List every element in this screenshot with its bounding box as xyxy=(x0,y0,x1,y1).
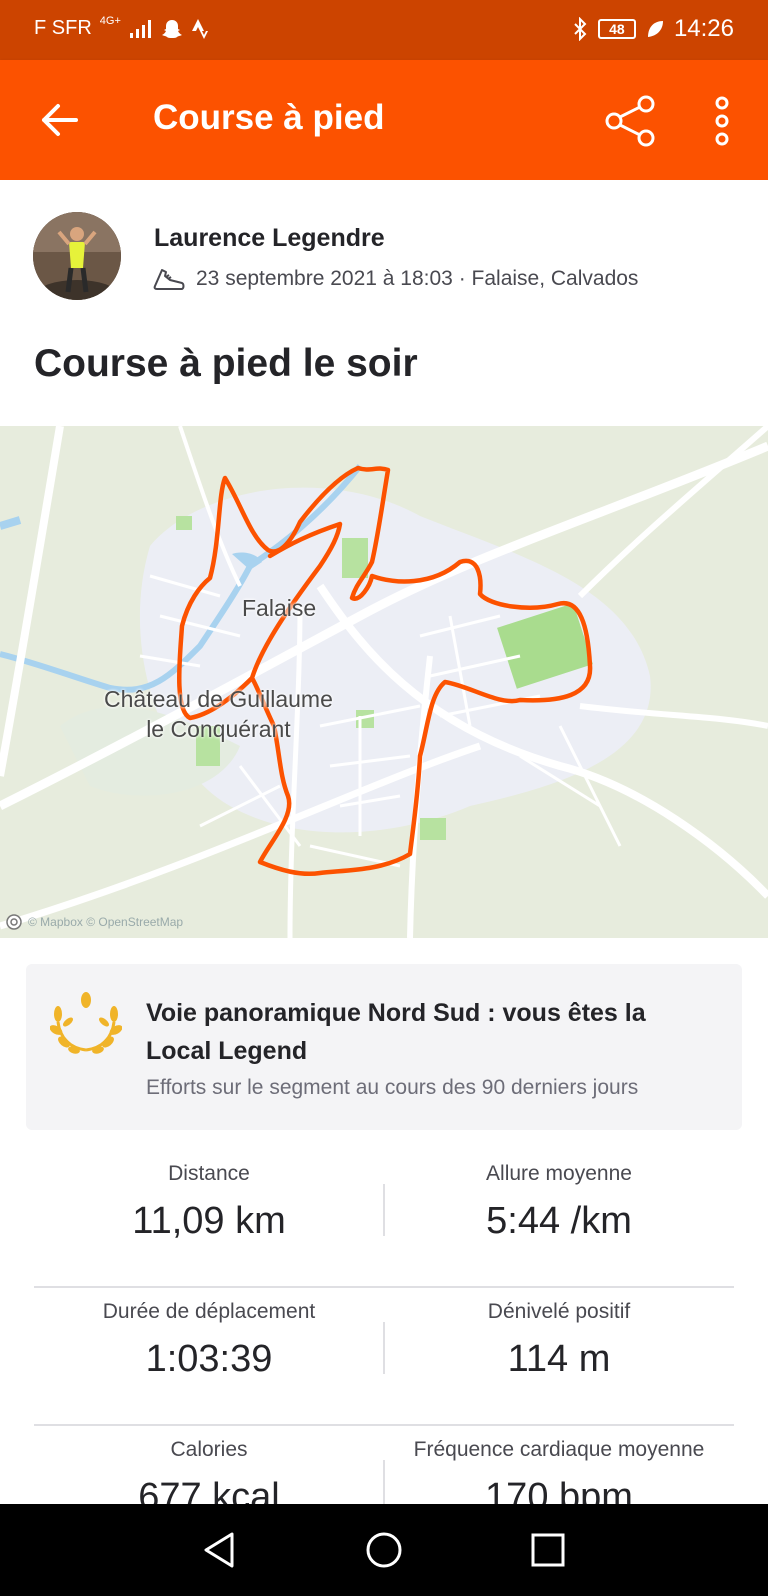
map-attribution-text: © Mapbox © OpenStreetMap xyxy=(28,915,184,929)
activity-meta: 23 septembre 2021 à 18:03 · Falaise, Cal… xyxy=(152,266,638,292)
stat-value: 114 m xyxy=(507,1338,611,1380)
back-arrow-icon[interactable] xyxy=(36,96,84,144)
activity-date-location: 23 septembre 2021 à 18:03 · Falaise, Cal… xyxy=(196,267,639,290)
system-nav-bar xyxy=(0,1504,768,1596)
map-canvas xyxy=(0,426,768,938)
avatar[interactable] xyxy=(33,212,121,300)
activity-title: Course à pied le soir xyxy=(34,342,418,385)
status-left: F SFR 4G+ xyxy=(34,14,209,40)
status-bar: F SFR 4G+ 48 14:26 xyxy=(0,0,768,60)
bluetooth-icon xyxy=(574,17,587,41)
nav-home-icon[interactable] xyxy=(364,1530,404,1570)
nav-recents-icon[interactable] xyxy=(528,1530,568,1570)
local-legend-title: Voie panoramique Nord Sud : vous êtes la… xyxy=(146,999,646,1065)
stat-value: 1:03:39 xyxy=(145,1338,273,1380)
stat-elevation: Dénivelé positif 114 m xyxy=(384,1300,734,1381)
carrier-label: F SFR xyxy=(34,17,92,39)
stat-distance: Distance 11,09 km xyxy=(34,1162,384,1243)
stat-label: Allure moyenne xyxy=(486,1162,632,1185)
stats-row: Distance 11,09 km Allure moyenne 5:44 /k… xyxy=(34,1150,734,1288)
more-options-icon[interactable] xyxy=(708,94,736,148)
stat-label: Durée de déplacement xyxy=(102,1300,316,1323)
signal-icon xyxy=(129,19,151,38)
running-shoe-icon xyxy=(153,269,185,290)
map-label-town: Falaise xyxy=(242,595,317,621)
app-bar: Course à pied xyxy=(0,60,768,180)
laurel-icon xyxy=(50,992,122,1054)
local-legend-subtitle: Efforts sur le segment au cours des 90 d… xyxy=(146,1076,639,1099)
stat-value: 5:44 /km xyxy=(486,1200,632,1242)
battery-indicator: 48 xyxy=(597,19,636,39)
mapbox-logo-icon xyxy=(6,914,22,930)
stat-label: Dénivelé positif xyxy=(487,1300,631,1323)
stat-label: Fréquence cardiaque moyenne xyxy=(413,1438,705,1461)
leaf-icon xyxy=(647,21,663,37)
stat-moving-time: Durée de déplacement 1:03:39 xyxy=(34,1300,384,1381)
stats-grid: Distance 11,09 km Allure moyenne 5:44 /k… xyxy=(34,1150,734,1564)
route-map[interactable]: Falaise Château de Guillaume le Conquéra… xyxy=(0,426,768,938)
park-patch xyxy=(176,516,192,530)
stat-label: Calories xyxy=(170,1438,248,1461)
map-label-castle: Château de Guillaume le Conquérant xyxy=(104,684,333,744)
stats-row: Durée de déplacement 1:03:39 Dénivelé po… xyxy=(34,1288,734,1426)
status-right: 48 14:26 xyxy=(572,15,734,43)
stat-label: Distance xyxy=(168,1162,250,1185)
strava-icon xyxy=(191,18,208,39)
clock: 14:26 xyxy=(673,15,734,42)
snapchat-icon xyxy=(161,19,182,38)
map-label-castle-line2: le Conquérant xyxy=(146,716,291,742)
share-icon[interactable] xyxy=(604,94,658,148)
network-label: 4G+ xyxy=(99,14,121,27)
activity-header: Laurence Legendre 23 septembre 2021 à 18… xyxy=(0,180,768,426)
park-patch xyxy=(420,818,446,840)
athlete-name[interactable]: Laurence Legendre xyxy=(154,224,385,253)
stat-pace: Allure moyenne 5:44 /km xyxy=(384,1162,734,1243)
stat-value: 11,09 km xyxy=(132,1200,286,1242)
nav-back-icon[interactable] xyxy=(200,1530,240,1570)
map-attribution[interactable]: © Mapbox © OpenStreetMap xyxy=(6,914,183,930)
app-bar-title: Course à pied xyxy=(153,98,385,137)
map-label-castle-line1: Château de Guillaume xyxy=(104,686,333,712)
local-legend-card[interactable]: Voie panoramique Nord Sud : vous êtes la… xyxy=(26,964,742,1130)
avatar-photo xyxy=(33,212,121,300)
